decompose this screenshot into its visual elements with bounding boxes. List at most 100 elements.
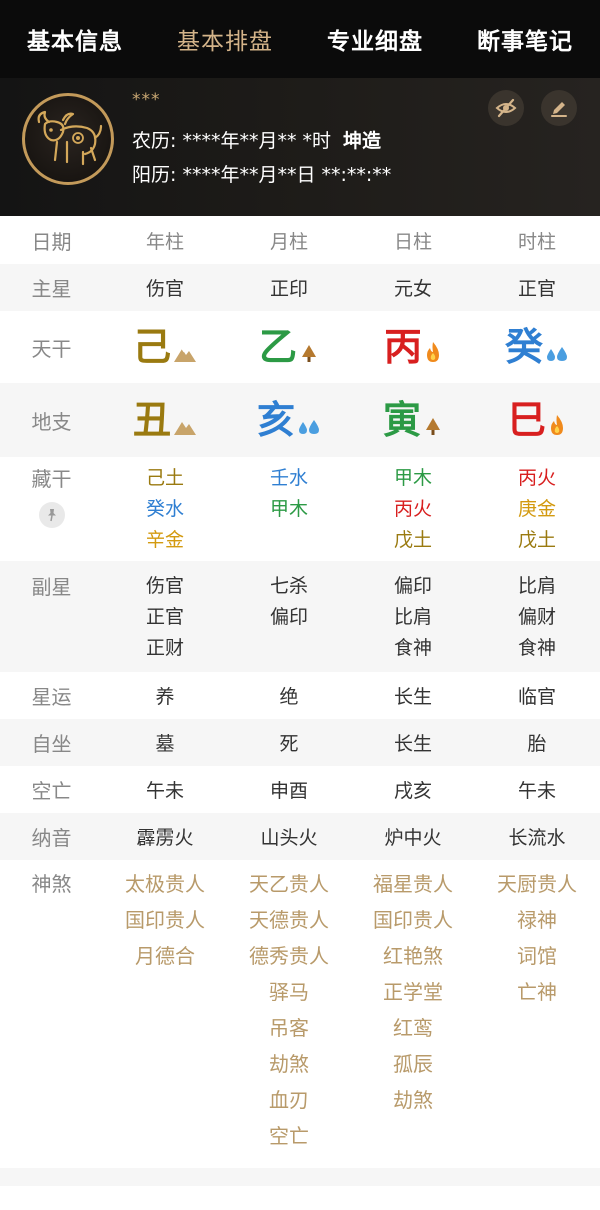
lunar-date-text: 农历: ****年**月** *时 (132, 130, 331, 152)
row-date: 日期 年柱 月柱 日柱 时柱 (0, 216, 600, 264)
shensha-item[interactable]: 正学堂 (351, 974, 475, 1010)
hide-button[interactable] (488, 90, 524, 126)
row-label: 空亡 (31, 779, 72, 803)
dizhi-cell[interactable]: 寅 (351, 400, 475, 440)
hidden-stem: 庚金 (517, 498, 556, 520)
tiangan-cell[interactable]: 癸 (475, 327, 599, 367)
water-drops-icon (299, 420, 319, 434)
sub-star: 食神 (393, 637, 432, 659)
canggan-cell: 丙火 庚金 戊土 (475, 463, 599, 556)
tiangan-cell[interactable]: 己 (103, 327, 227, 367)
canggan-cell: 壬水 甲木 (227, 463, 351, 525)
fuxing-cell: 七杀 偏印 (227, 571, 351, 633)
shensha-item[interactable]: 天德贵人 (227, 902, 351, 938)
shensha-item[interactable]: 劫煞 (351, 1082, 475, 1118)
sub-star: 正官 (145, 606, 184, 628)
row-label: 日期 (31, 229, 72, 254)
tree-icon (302, 345, 316, 362)
shensha-item[interactable]: 国印贵人 (351, 902, 475, 938)
row-label: 星运 (31, 685, 72, 709)
main-star-cell: 正官 (517, 278, 556, 300)
dizhi-cell[interactable]: 亥 (227, 400, 351, 440)
profile-header: *** 农历: ****年**月** *时 坤造 阳历: ****年**月**日… (0, 78, 600, 216)
shensha-item[interactable]: 血刃 (227, 1082, 351, 1118)
shensha-item[interactable]: 天厨贵人 (475, 866, 599, 902)
sub-star: 食神 (517, 637, 556, 659)
row-label: 纳音 (31, 826, 72, 850)
row-zizuo: 自坐 墓 死 长生 胎 (0, 719, 600, 766)
main-star-cell: 伤官 (145, 278, 184, 300)
shensha-item[interactable]: 词馆 (475, 938, 599, 974)
shensha-item[interactable]: 空亡 (227, 1118, 351, 1154)
kongwang-cell: 申酉 (269, 780, 308, 802)
shensha-item[interactable]: 孤辰 (351, 1046, 475, 1082)
shensha-item[interactable]: 吊客 (227, 1010, 351, 1046)
dizhi-cell[interactable]: 巳 (475, 400, 599, 440)
tab-notes[interactable]: 断事笔记 (450, 22, 600, 56)
hidden-stem: 戊土 (517, 529, 556, 551)
col-header-month: 月柱 (269, 230, 308, 253)
kongwang-cell: 戌亥 (393, 780, 432, 802)
tab-basic-chart[interactable]: 基本排盘 (150, 22, 300, 56)
tiangan-cell[interactable]: 乙 (227, 327, 351, 367)
main-star-cell: 元女 (393, 278, 432, 300)
sub-star: 偏印 (393, 575, 432, 597)
shensha-item[interactable]: 月德合 (103, 938, 227, 974)
shensha-item[interactable]: 禄神 (475, 902, 599, 938)
row-nayin: 纳音 霹雳火 山头火 炉中火 长流水 (0, 813, 600, 860)
row-label: 天干 (31, 336, 72, 361)
hidden-stem: 丙火 (393, 498, 432, 520)
shensha-item[interactable]: 劫煞 (227, 1046, 351, 1082)
shensha-item[interactable]: 太极贵人 (103, 866, 227, 902)
row-label: 神煞 (31, 872, 72, 896)
bottom-spacer (0, 1168, 600, 1186)
tab-basic-info[interactable]: 基本信息 (0, 22, 150, 56)
stem-char: 丙 (383, 324, 422, 369)
mountain-icon (174, 348, 196, 362)
eye-off-icon (495, 98, 517, 118)
row-label: 地支 (31, 409, 72, 434)
shensha-item[interactable]: 红鸾 (351, 1010, 475, 1046)
shensha-item[interactable]: 福星贵人 (351, 866, 475, 902)
hidden-stem: 癸水 (145, 498, 184, 520)
hidden-stem: 甲木 (393, 467, 432, 489)
hidden-stem: 戊土 (393, 529, 432, 551)
row-xingyun: 星运 养 绝 长生 临官 (0, 672, 600, 719)
row-fuxing: 副星 伤官 正官 正财 七杀 偏印 偏印 比肩 食神 比肩 偏财 食神 (0, 561, 600, 672)
branch-char: 丑 (132, 397, 171, 442)
edit-button[interactable] (541, 90, 577, 126)
nayin-cell: 山头火 (260, 827, 318, 849)
kongwang-cell: 午未 (517, 780, 556, 802)
shensha-item[interactable]: 亡神 (475, 974, 599, 1010)
shensha-cell: 太极贵人 国印贵人 月德合 (103, 866, 227, 974)
shensha-cell: 天厨贵人 禄神 词馆 亡神 (475, 866, 599, 1010)
row-label: 藏干 (31, 467, 72, 491)
shensha-item[interactable]: 德秀贵人 (227, 938, 351, 974)
sub-star: 正财 (145, 637, 184, 659)
zizuo-cell: 长生 (393, 733, 432, 755)
shensha-item[interactable]: 天乙贵人 (227, 866, 351, 902)
shensha-cell: 天乙贵人 天德贵人 德秀贵人 驿马 吊客 劫煞 血刃 空亡 (227, 866, 351, 1154)
ox-icon (37, 110, 103, 166)
shensha-item[interactable]: 国印贵人 (103, 902, 227, 938)
mountain-icon (174, 422, 196, 435)
stem-char: 己 (132, 324, 171, 369)
flame-icon (551, 415, 563, 435)
pin-button[interactable] (38, 502, 65, 528)
sub-star: 伤官 (145, 575, 184, 597)
dizhi-cell[interactable]: 丑 (103, 400, 227, 440)
canggan-cell: 己土 癸水 辛金 (103, 463, 227, 556)
water-drops-icon (547, 347, 567, 361)
row-label: 副星 (31, 575, 72, 599)
tiangan-cell[interactable]: 丙 (351, 327, 475, 367)
lunar-date: 农历: ****年**月** *时 坤造 (132, 126, 381, 153)
shensha-item[interactable]: 驿马 (227, 974, 351, 1010)
tab-pro-chart[interactable]: 专业细盘 (300, 22, 450, 56)
branch-char: 亥 (256, 397, 295, 442)
row-label: 主星 (31, 277, 72, 301)
shensha-item[interactable]: 红艳煞 (351, 938, 475, 974)
col-header-day: 日柱 (393, 230, 432, 253)
canggan-cell: 甲木 丙火 戊土 (351, 463, 475, 556)
row-kongwang: 空亡 午未 申酉 戌亥 午未 (0, 766, 600, 813)
ox-zodiac-avatar (22, 93, 114, 185)
